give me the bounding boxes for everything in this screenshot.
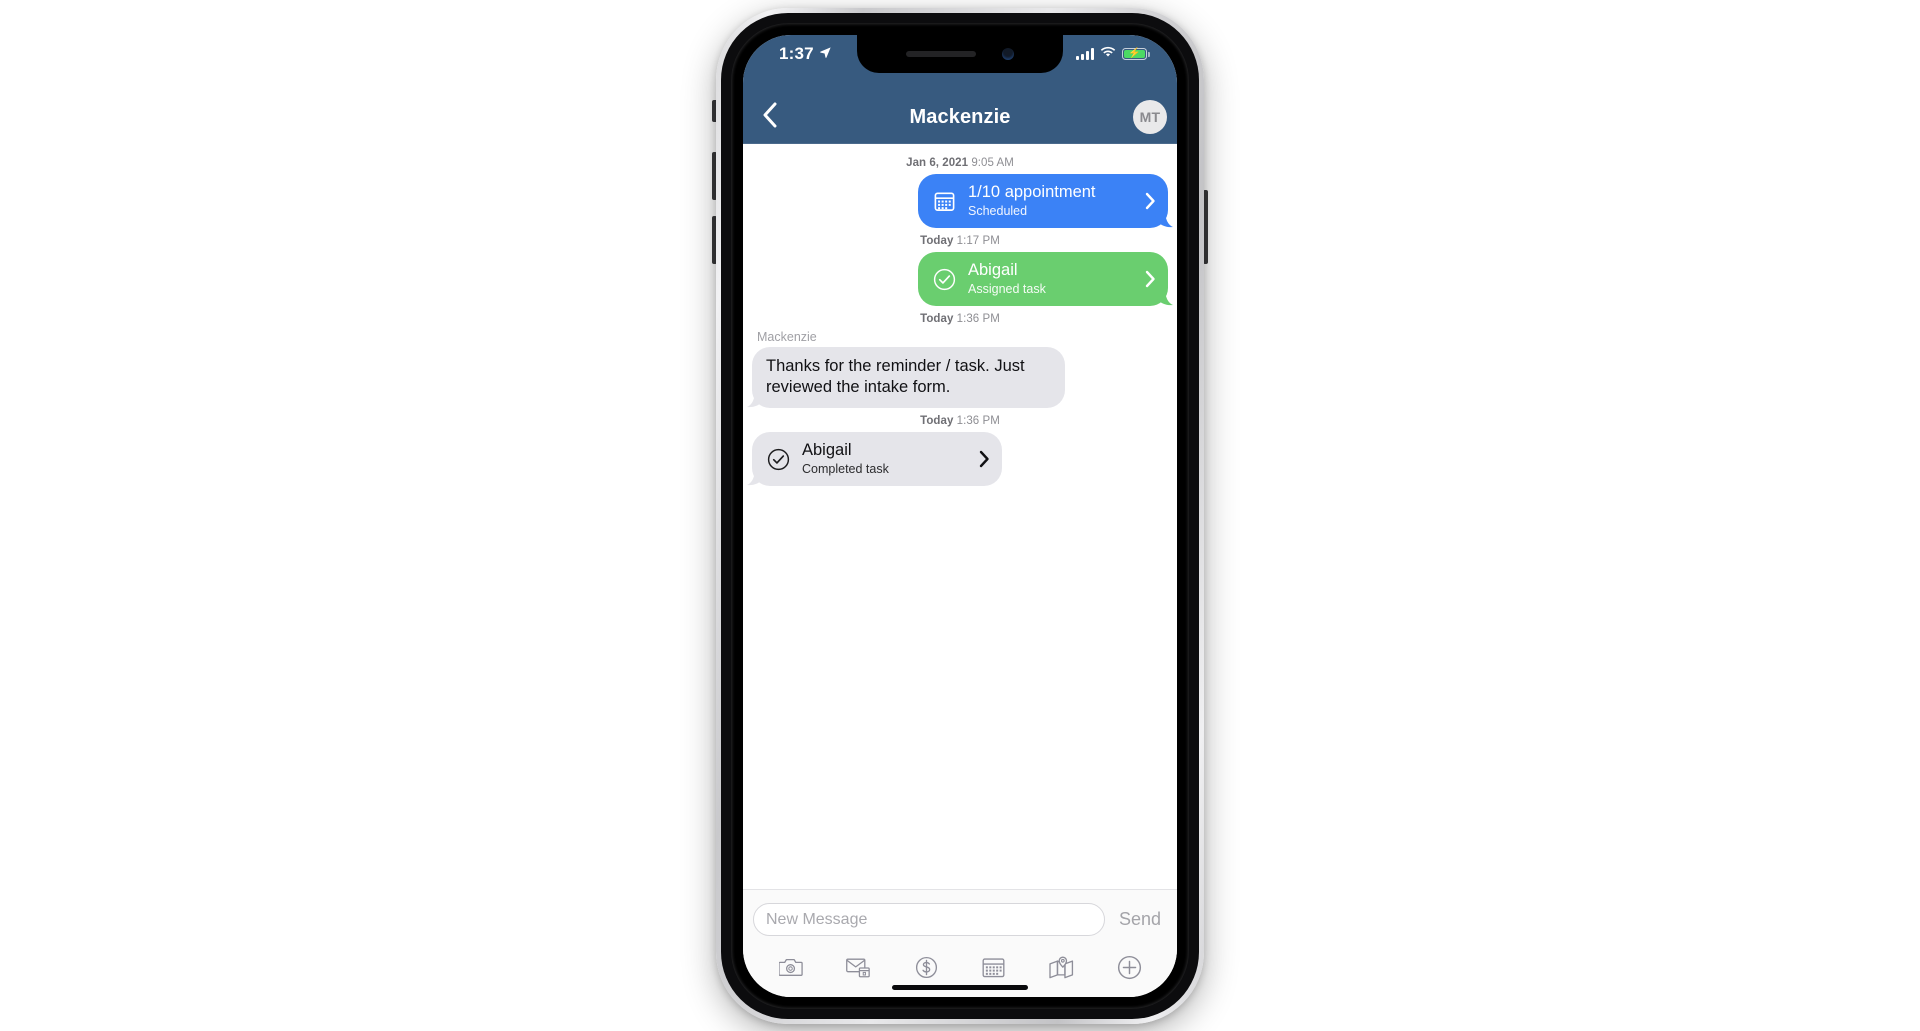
message-input[interactable]	[753, 903, 1105, 936]
message-thread[interactable]: Jan 6, 2021 9:05 AM 1/10 appointment Sch…	[743, 143, 1177, 889]
phone-screen: 1:37 ⚡ Mackenzie MT Jan 6, 2021 9:05 AM …	[743, 35, 1177, 997]
timestamp-date: Jan 6, 2021	[906, 157, 969, 169]
calendar-icon[interactable]	[977, 952, 1011, 982]
dollar-circle-icon[interactable]	[909, 952, 943, 982]
message-timestamp: Jan 6, 2021 9:05 AM	[743, 157, 1177, 169]
timestamp-time: 1:36 PM	[956, 313, 1000, 325]
card-title: 1/10 appointment	[968, 183, 1096, 201]
phone-notch	[857, 35, 1063, 73]
chevron-left-icon	[762, 102, 778, 133]
bubble-tail	[1155, 210, 1173, 228]
message-row: Thanks for the reminder / task. Just rev…	[743, 347, 1177, 408]
card-text: Abigail Assigned task	[968, 261, 1137, 297]
phone-frame-inner: 1:37 ⚡ Mackenzie MT Jan 6, 2021 9:05 AM …	[721, 13, 1199, 1019]
message-row: Abigail Completed task	[743, 432, 1177, 486]
send-button[interactable]: Send	[1119, 909, 1161, 930]
location-arrow-icon	[819, 44, 832, 64]
status-bar: 1:37 ⚡	[743, 35, 1177, 91]
calendar-icon	[931, 188, 957, 214]
avatar[interactable]: MT	[1133, 100, 1167, 134]
card-text: Abigail Completed task	[802, 441, 971, 477]
status-bar-right: ⚡	[1076, 35, 1150, 73]
avatar-wrapper: MT	[1123, 100, 1177, 134]
home-indicator[interactable]	[892, 985, 1028, 990]
app-header: Mackenzie MT	[743, 91, 1177, 144]
message-timestamp: Today 1:17 PM	[743, 235, 1177, 247]
message-timestamp: Today 1:36 PM	[743, 313, 1177, 325]
status-bar-left: 1:37	[779, 35, 832, 73]
card-title: Abigail	[802, 441, 852, 459]
envelope-calendar-icon[interactable]	[841, 952, 875, 982]
incoming-text-bubble[interactable]: Thanks for the reminder / task. Just rev…	[747, 347, 1065, 408]
message-sender-label: Mackenzie	[757, 330, 817, 344]
earpiece-speaker	[906, 51, 976, 57]
timestamp-date: Today	[920, 415, 954, 427]
page-title: Mackenzie	[909, 105, 1011, 128]
check-circle-icon	[931, 266, 957, 292]
chevron-right-icon	[1145, 192, 1156, 210]
assigned-task-card-bubble[interactable]: Abigail Assigned task	[918, 252, 1173, 306]
message-text: Thanks for the reminder / task. Just rev…	[766, 357, 1025, 396]
bubble-tail	[747, 468, 765, 486]
check-circle-icon	[765, 446, 791, 472]
card-title: Abigail	[968, 261, 1018, 279]
map-pin-icon[interactable]	[1044, 952, 1078, 982]
bubble-tail	[747, 390, 765, 408]
plus-circle-icon[interactable]	[1112, 952, 1146, 982]
timestamp-time: 1:17 PM	[956, 235, 1000, 247]
bubble-tail	[1155, 288, 1173, 306]
message-row: 1/10 appointment Scheduled	[743, 174, 1177, 228]
screenshot-canvas: 1:37 ⚡ Mackenzie MT Jan 6, 2021 9:05 AM …	[0, 0, 1920, 1031]
cellular-signal-icon	[1076, 48, 1094, 60]
message-composer: Send	[743, 889, 1177, 949]
card-text: 1/10 appointment Scheduled	[968, 183, 1137, 219]
chevron-right-icon	[1145, 270, 1156, 288]
camera-icon[interactable]	[774, 952, 808, 982]
front-camera-icon	[1002, 48, 1014, 60]
wifi-icon	[1100, 45, 1116, 63]
timestamp-time: 9:05 AM	[971, 157, 1014, 169]
timestamp-date: Today	[920, 235, 954, 247]
battery-charging-icon: ⚡	[1122, 47, 1150, 61]
card-subtitle: Scheduled	[968, 204, 1028, 218]
phone-device-frame: 1:37 ⚡ Mackenzie MT Jan 6, 2021 9:05 AM …	[716, 8, 1204, 1024]
status-time: 1:37	[779, 44, 814, 63]
timestamp-time: 1:36 PM	[956, 415, 1000, 427]
card-subtitle: Completed task	[802, 462, 889, 476]
charging-bolt-icon: ⚡	[1128, 48, 1141, 59]
message-row: Abigail Assigned task	[743, 252, 1177, 306]
appointment-card-bubble[interactable]: 1/10 appointment Scheduled	[918, 174, 1173, 228]
back-button[interactable]	[743, 102, 797, 133]
message-timestamp: Today 1:36 PM	[743, 415, 1177, 427]
chevron-right-icon	[979, 450, 990, 468]
timestamp-date: Today	[920, 313, 954, 325]
phone-bezel: 1:37 ⚡ Mackenzie MT Jan 6, 2021 9:05 AM …	[731, 23, 1189, 1009]
card-subtitle: Assigned task	[968, 282, 1046, 296]
completed-task-card-bubble[interactable]: Abigail Completed task	[747, 432, 1002, 486]
